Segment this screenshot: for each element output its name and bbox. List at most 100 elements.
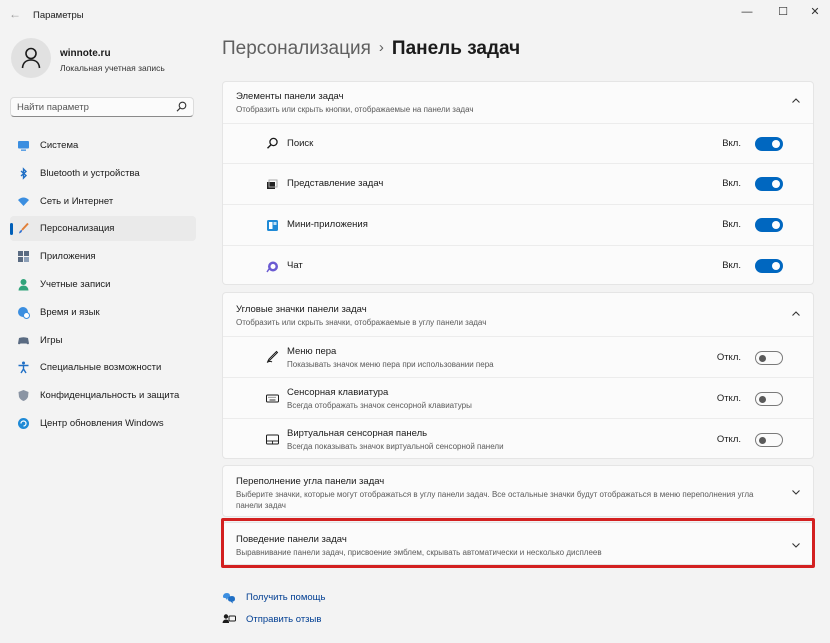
chevron-up-icon[interactable]: [791, 96, 801, 106]
section-description: Отобразить или скрыть кнопки, отображаем…: [236, 105, 474, 114]
setting-state: Вкл.: [722, 260, 741, 271]
get-help-label[interactable]: Получить помощь: [246, 592, 325, 603]
chevron-down-icon[interactable]: [791, 487, 801, 497]
setting-label: Меню пера: [287, 346, 337, 357]
search-icon[interactable]: [176, 101, 187, 112]
setting-state: Вкл.: [722, 178, 741, 189]
sidebar-item-label: Специальные возможности: [40, 362, 162, 374]
setting-description: Всегда показывать значок виртуальной сен…: [287, 442, 504, 451]
gamepad-icon: [18, 336, 29, 344]
setting-row-touch-keyboard: Сенсорная клавиатура Всегда отображать з…: [223, 377, 813, 418]
back-arrow-icon[interactable]: ←: [8, 7, 22, 21]
active-indicator: [10, 223, 13, 236]
sidebar-item-label: Сеть и Интернет: [40, 195, 114, 207]
taskbar-items-card: Элементы панели задач Отобразить или скр…: [222, 81, 814, 285]
chat-toggle[interactable]: [755, 259, 783, 273]
sidebar-item-bluetooth[interactable]: Bluetooth и устройства: [10, 161, 196, 186]
sidebar-item-label: Персонализация: [40, 223, 115, 235]
setting-row-chat: Чат Вкл.: [223, 245, 813, 286]
page-title: Панель задач: [391, 38, 521, 59]
user-name: winnote.ru: [60, 48, 111, 59]
sidebar-item-label: Учетные записи: [40, 278, 111, 290]
setting-label: Поиск: [287, 138, 314, 149]
breadcrumb: Персонализация › Панель задач: [222, 38, 520, 60]
sidebar-item-label: Приложения: [40, 251, 96, 263]
corner-overflow-card[interactable]: Переполнение угла панели задач Выберите …: [222, 465, 814, 517]
section-title: Переполнение угла панели задач: [236, 476, 385, 487]
virtual-touchpad-toggle[interactable]: [755, 433, 783, 447]
task-view-toggle[interactable]: [755, 177, 783, 191]
title-bar: ← Параметры — ☐ ✕: [0, 0, 830, 30]
apps-icon: [18, 251, 29, 263]
window-title: Параметры: [33, 10, 84, 21]
sidebar-item-label: Bluetooth и устройства: [40, 167, 140, 179]
wifi-icon: [18, 197, 29, 206]
sidebar-item-time-language[interactable]: Время и язык: [10, 300, 196, 325]
maximize-button[interactable]: ☐: [768, 2, 798, 22]
setting-description: Показывать значок меню пера при использо…: [287, 360, 494, 369]
task-view-icon: [267, 179, 278, 189]
search-input[interactable]: [17, 100, 177, 115]
section-title: Угловые значки панели задач: [236, 304, 367, 315]
setting-label: Сенсорная клавиатура: [287, 387, 389, 398]
sidebar-item-apps[interactable]: Приложения: [10, 244, 196, 269]
feedback-icon: [222, 614, 236, 623]
sidebar-item-system[interactable]: Система: [10, 133, 196, 158]
sidebar-item-personalization[interactable]: Персонализация: [10, 216, 196, 242]
setting-state: Вкл.: [722, 138, 741, 149]
touch-keyboard-toggle[interactable]: [755, 392, 783, 406]
sidebar-item-gaming[interactable]: Игры: [10, 328, 196, 353]
sidebar-item-windows-update[interactable]: Центр обновления Windows: [10, 411, 196, 436]
sidebar-item-label: Система: [40, 140, 79, 151]
setting-label: Чат: [287, 260, 303, 271]
close-button[interactable]: ✕: [800, 2, 830, 22]
chat-icon: [266, 261, 278, 273]
highlight-frame: [221, 518, 815, 568]
sidebar-item-label: Конфиденциальность и защита: [40, 390, 180, 402]
setting-state: Откл.: [716, 434, 741, 445]
setting-row-task-view: Представление задач Вкл.: [223, 163, 813, 204]
setting-label: Представление задач: [287, 178, 384, 189]
setting-label: Виртуальная сенсорная панель: [287, 428, 428, 439]
setting-row-virtual-touchpad: Виртуальная сенсорная панель Всегда пока…: [223, 418, 813, 459]
update-icon: [18, 417, 29, 429]
bluetooth-icon: [20, 167, 28, 180]
account-type: Локальная учетная запись: [60, 63, 165, 73]
setting-row-search: Поиск Вкл.: [223, 123, 813, 163]
globe-clock-icon: [18, 306, 30, 319]
corner-icons-header[interactable]: Угловые значки панели задач Отобразить и…: [223, 293, 813, 336]
search-icon: [267, 137, 278, 149]
user-icon: [21, 47, 41, 69]
search-toggle[interactable]: [755, 137, 783, 151]
widgets-icon: [267, 220, 278, 231]
pen-menu-toggle[interactable]: [755, 351, 783, 365]
avatar[interactable]: [11, 38, 51, 78]
system-icon: [18, 141, 29, 151]
setting-state: Откл.: [716, 352, 741, 363]
sidebar-item-accounts[interactable]: Учетные записи: [10, 272, 196, 297]
section-description: Выберите значки, которые могут отображат…: [236, 490, 754, 510]
sidebar-item-privacy[interactable]: Конфиденциальность и защита: [10, 383, 196, 408]
widgets-toggle[interactable]: [755, 218, 783, 232]
taskbar-items-header[interactable]: Элементы панели задач Отобразить или скр…: [223, 82, 813, 123]
section-title: Элементы панели задач: [236, 91, 344, 102]
setting-state: Вкл.: [722, 219, 741, 230]
sidebar-nav: Система Bluetooth и устройства Сеть и Ин…: [10, 133, 196, 439]
sidebar-item-label: Время и язык: [40, 306, 100, 318]
sidebar-item-label: Игры: [40, 334, 63, 346]
setting-state: Откл.: [716, 393, 741, 404]
setting-row-pen-menu: Меню пера Показывать значок меню пера пр…: [223, 336, 813, 377]
setting-row-widgets: Мини-приложения Вкл.: [223, 204, 813, 245]
search-box[interactable]: [10, 97, 194, 117]
sidebar-item-label: Центр обновления Windows: [40, 417, 164, 429]
help-icon: [223, 593, 235, 604]
sidebar-item-accessibility[interactable]: Специальные возможности: [10, 355, 196, 380]
touchpad-icon: [266, 434, 279, 445]
breadcrumb-parent[interactable]: Персонализация: [222, 38, 371, 59]
sidebar-item-network[interactable]: Сеть и Интернет: [10, 189, 196, 214]
accessibility-icon: [18, 361, 29, 374]
send-feedback-label[interactable]: Отправить отзыв: [246, 614, 321, 625]
minimize-button[interactable]: —: [732, 2, 762, 22]
breadcrumb-separator: ›: [378, 39, 384, 56]
chevron-up-icon[interactable]: [791, 309, 801, 319]
